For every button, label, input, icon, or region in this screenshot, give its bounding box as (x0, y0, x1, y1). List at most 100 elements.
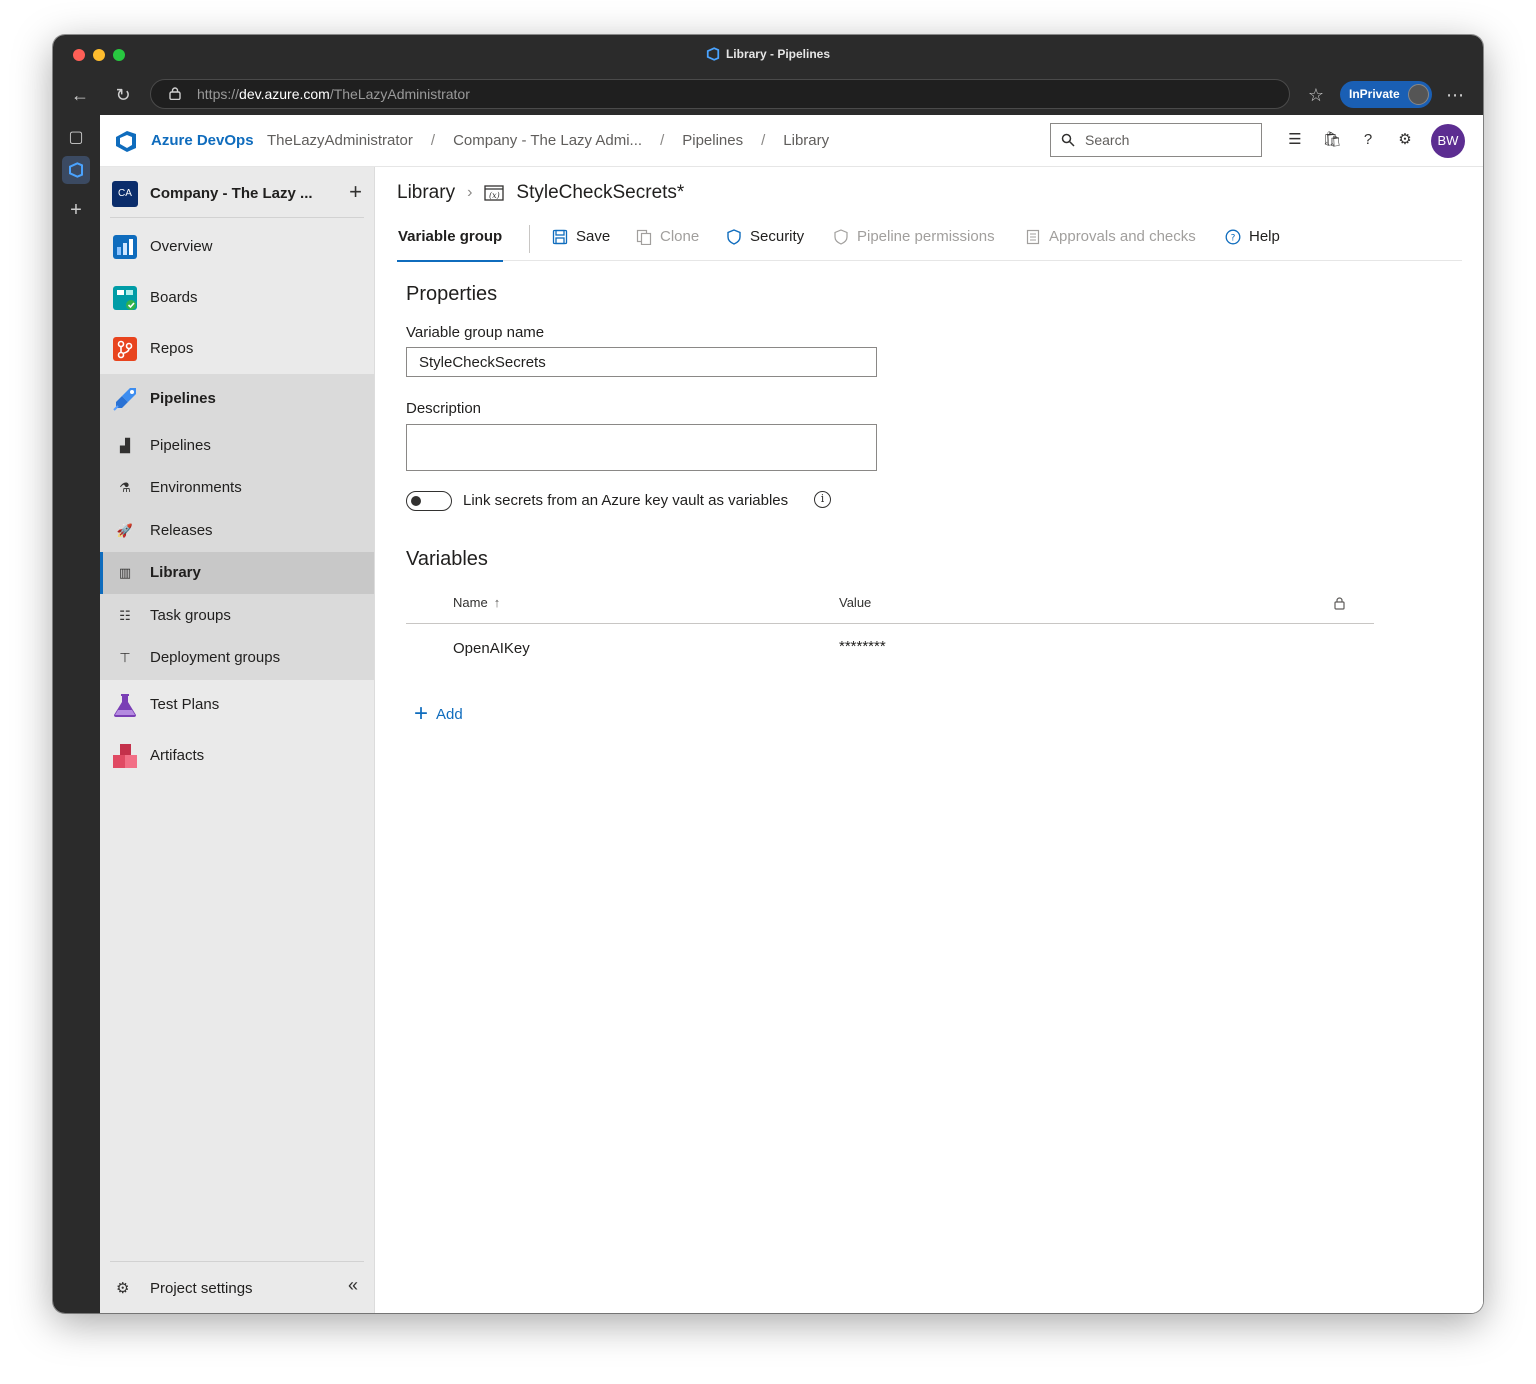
save-button[interactable]: Save (552, 228, 610, 245)
security-label: Security (750, 228, 805, 245)
sidebar-item-test-plans[interactable]: Test Plans (100, 680, 374, 731)
sidebar-subitem-task-groups[interactable]: ☷ Task groups (100, 595, 374, 637)
gear-icon: ⚙ (116, 1280, 130, 1297)
sidebar-item-label: Test Plans (150, 696, 220, 713)
back-icon[interactable]: ← (68, 83, 92, 107)
approvals-and-checks-button[interactable]: Approvals and checks (1025, 228, 1196, 245)
clone-button[interactable]: Clone (636, 228, 699, 245)
svg-text:(x): (x) (489, 191, 500, 200)
search-icon (1061, 133, 1075, 147)
variable-value-cell[interactable]: ******** (839, 638, 886, 655)
security-button[interactable]: Security (726, 228, 804, 245)
help-label: Help (1249, 228, 1280, 245)
sidebar-subitem-library[interactable]: ▥ Library (100, 552, 374, 594)
library-crumb-link[interactable]: Library (397, 182, 455, 204)
sidebar-subitem-label: Environments (150, 479, 242, 496)
toolbar-divider (529, 225, 530, 253)
sidebar-divider (110, 217, 364, 218)
project-name: Company - The Lazy ... (150, 185, 313, 202)
sidebar-item-boards[interactable]: Boards (100, 273, 374, 324)
user-settings-icon[interactable]: ⚙ (1394, 129, 1416, 151)
lock-icon (169, 87, 181, 100)
breadcrumb-pipelines[interactable]: Pipelines (682, 132, 743, 149)
azure-devops-logo-icon[interactable] (114, 129, 138, 153)
avatar[interactable]: BW (1431, 124, 1465, 158)
marketplace-bag-icon[interactable]: 🛍 (1321, 129, 1343, 151)
chevron-right-icon: › (467, 184, 473, 201)
url-bar[interactable]: https://dev.azure.com/TheLazyAdministrat… (150, 79, 1290, 109)
sidebar-item-label: Pipelines (150, 390, 216, 407)
clone-label: Clone (660, 228, 700, 245)
breadcrumb-separator: / (430, 132, 436, 149)
project-settings-button[interactable]: ⚙ Project settings « (100, 1263, 374, 1313)
info-icon[interactable]: i (814, 491, 831, 508)
sidebar-item-repos[interactable]: Repos (100, 324, 374, 375)
work-items-icon[interactable]: ☰ (1284, 129, 1306, 151)
sidebar-subitem-label: Task groups (150, 607, 231, 624)
description-input[interactable] (406, 424, 877, 471)
add-variable-button[interactable]: + Add (414, 700, 463, 727)
address-row: ← ↻ https://dev.azure.com/TheLazyAdminis… (53, 75, 1483, 115)
sidebar-subitem-pipelines[interactable]: ▟ Pipelines (100, 425, 374, 467)
sidebar-divider (110, 1261, 364, 1262)
add-label: Add (436, 705, 463, 723)
pipeline-permissions-button[interactable]: Pipeline permissions (833, 228, 995, 245)
lock-icon (1334, 597, 1345, 610)
azure-devops-app: Azure DevOps TheLazyAdministrator / Comp… (100, 115, 1483, 1313)
breadcrumb-separator: / (660, 132, 665, 149)
column-header-label: Name (453, 595, 488, 610)
project-header[interactable]: CA Company - The Lazy ... + (112, 179, 362, 215)
url-host: dev.azure.com (239, 86, 330, 102)
plus-icon: + (414, 700, 429, 727)
overview-icon (113, 235, 137, 259)
variable-name-cell[interactable]: OpenAIKey (453, 640, 530, 657)
library-icon: ▥ (118, 565, 132, 580)
pipelines-icon (113, 388, 136, 411)
save-label: Save (576, 228, 611, 245)
sidebar-item-artifacts[interactable]: Artifacts (100, 731, 374, 782)
tab-variable-group[interactable]: Variable group (397, 225, 504, 262)
project-settings-label: Project settings (150, 1280, 253, 1297)
help-icon[interactable]: ? (1357, 129, 1379, 151)
add-icon[interactable]: + (349, 179, 362, 205)
project-sidebar: CA Company - The Lazy ... + Overview Boa… (100, 167, 375, 1313)
help-button[interactable]: ? Help (1225, 228, 1280, 245)
column-header-name[interactable]: Name ↑ (453, 595, 500, 610)
azure-devops-tab-icon (69, 162, 83, 178)
environments-icon: ⚗ (119, 480, 131, 495)
sidebar-item-label: Artifacts (150, 747, 205, 764)
tab-actions-icon[interactable]: ▢ (62, 124, 90, 152)
column-header-value: Value (839, 595, 872, 610)
test-plans-icon (114, 694, 136, 717)
new-tab-icon[interactable]: + (62, 196, 90, 224)
sidebar-subitem-releases[interactable]: 🚀 Releases (100, 510, 374, 552)
main-content: Library › (x) StyleCheckSecrets* Variabl… (376, 167, 1483, 1313)
breadcrumb-project[interactable]: Company - The Lazy Admi... (453, 132, 642, 149)
sort-ascending-icon: ↑ (493, 595, 501, 610)
breadcrumb-separator: / (761, 132, 766, 149)
inprivate-button[interactable]: InPrivate (1340, 81, 1432, 108)
search-input[interactable]: Search (1050, 123, 1262, 157)
vertical-tab-strip: ▢ + (53, 115, 100, 1313)
sidebar-subitem-environments[interactable]: ⚗ Environments (100, 467, 374, 509)
variable-group-name-input[interactable] (406, 347, 877, 377)
variable-group-title: StyleCheckSecrets* (516, 182, 685, 203)
help-circle-icon: ? (1225, 229, 1241, 244)
table-row[interactable]: OpenAIKey ******** (406, 625, 1374, 671)
tab-azure-devops[interactable] (62, 156, 90, 184)
sidebar-item-overview[interactable]: Overview (100, 222, 374, 273)
variable-group-name-label: Variable group name (406, 324, 545, 341)
more-icon[interactable]: ⋯ (1443, 83, 1467, 107)
refresh-icon[interactable]: ↻ (111, 83, 135, 107)
shield-icon (727, 228, 741, 245)
favorites-icon[interactable]: ☆ (1304, 83, 1328, 107)
sidebar-subitem-deployment-groups[interactable]: ⊤ Deployment groups (100, 637, 374, 679)
approvals-label: Approvals and checks (1049, 228, 1196, 245)
sidebar-item-label: Boards (150, 289, 198, 306)
breadcrumb-library[interactable]: Library (783, 132, 829, 149)
brand-link[interactable]: Azure DevOps (151, 132, 254, 149)
collapse-sidebar-icon[interactable]: « (348, 1275, 358, 1296)
keyvault-toggle[interactable] (406, 491, 452, 511)
breadcrumb-organization[interactable]: TheLazyAdministrator (267, 132, 413, 149)
sidebar-item-pipelines[interactable]: Pipelines (100, 374, 374, 425)
